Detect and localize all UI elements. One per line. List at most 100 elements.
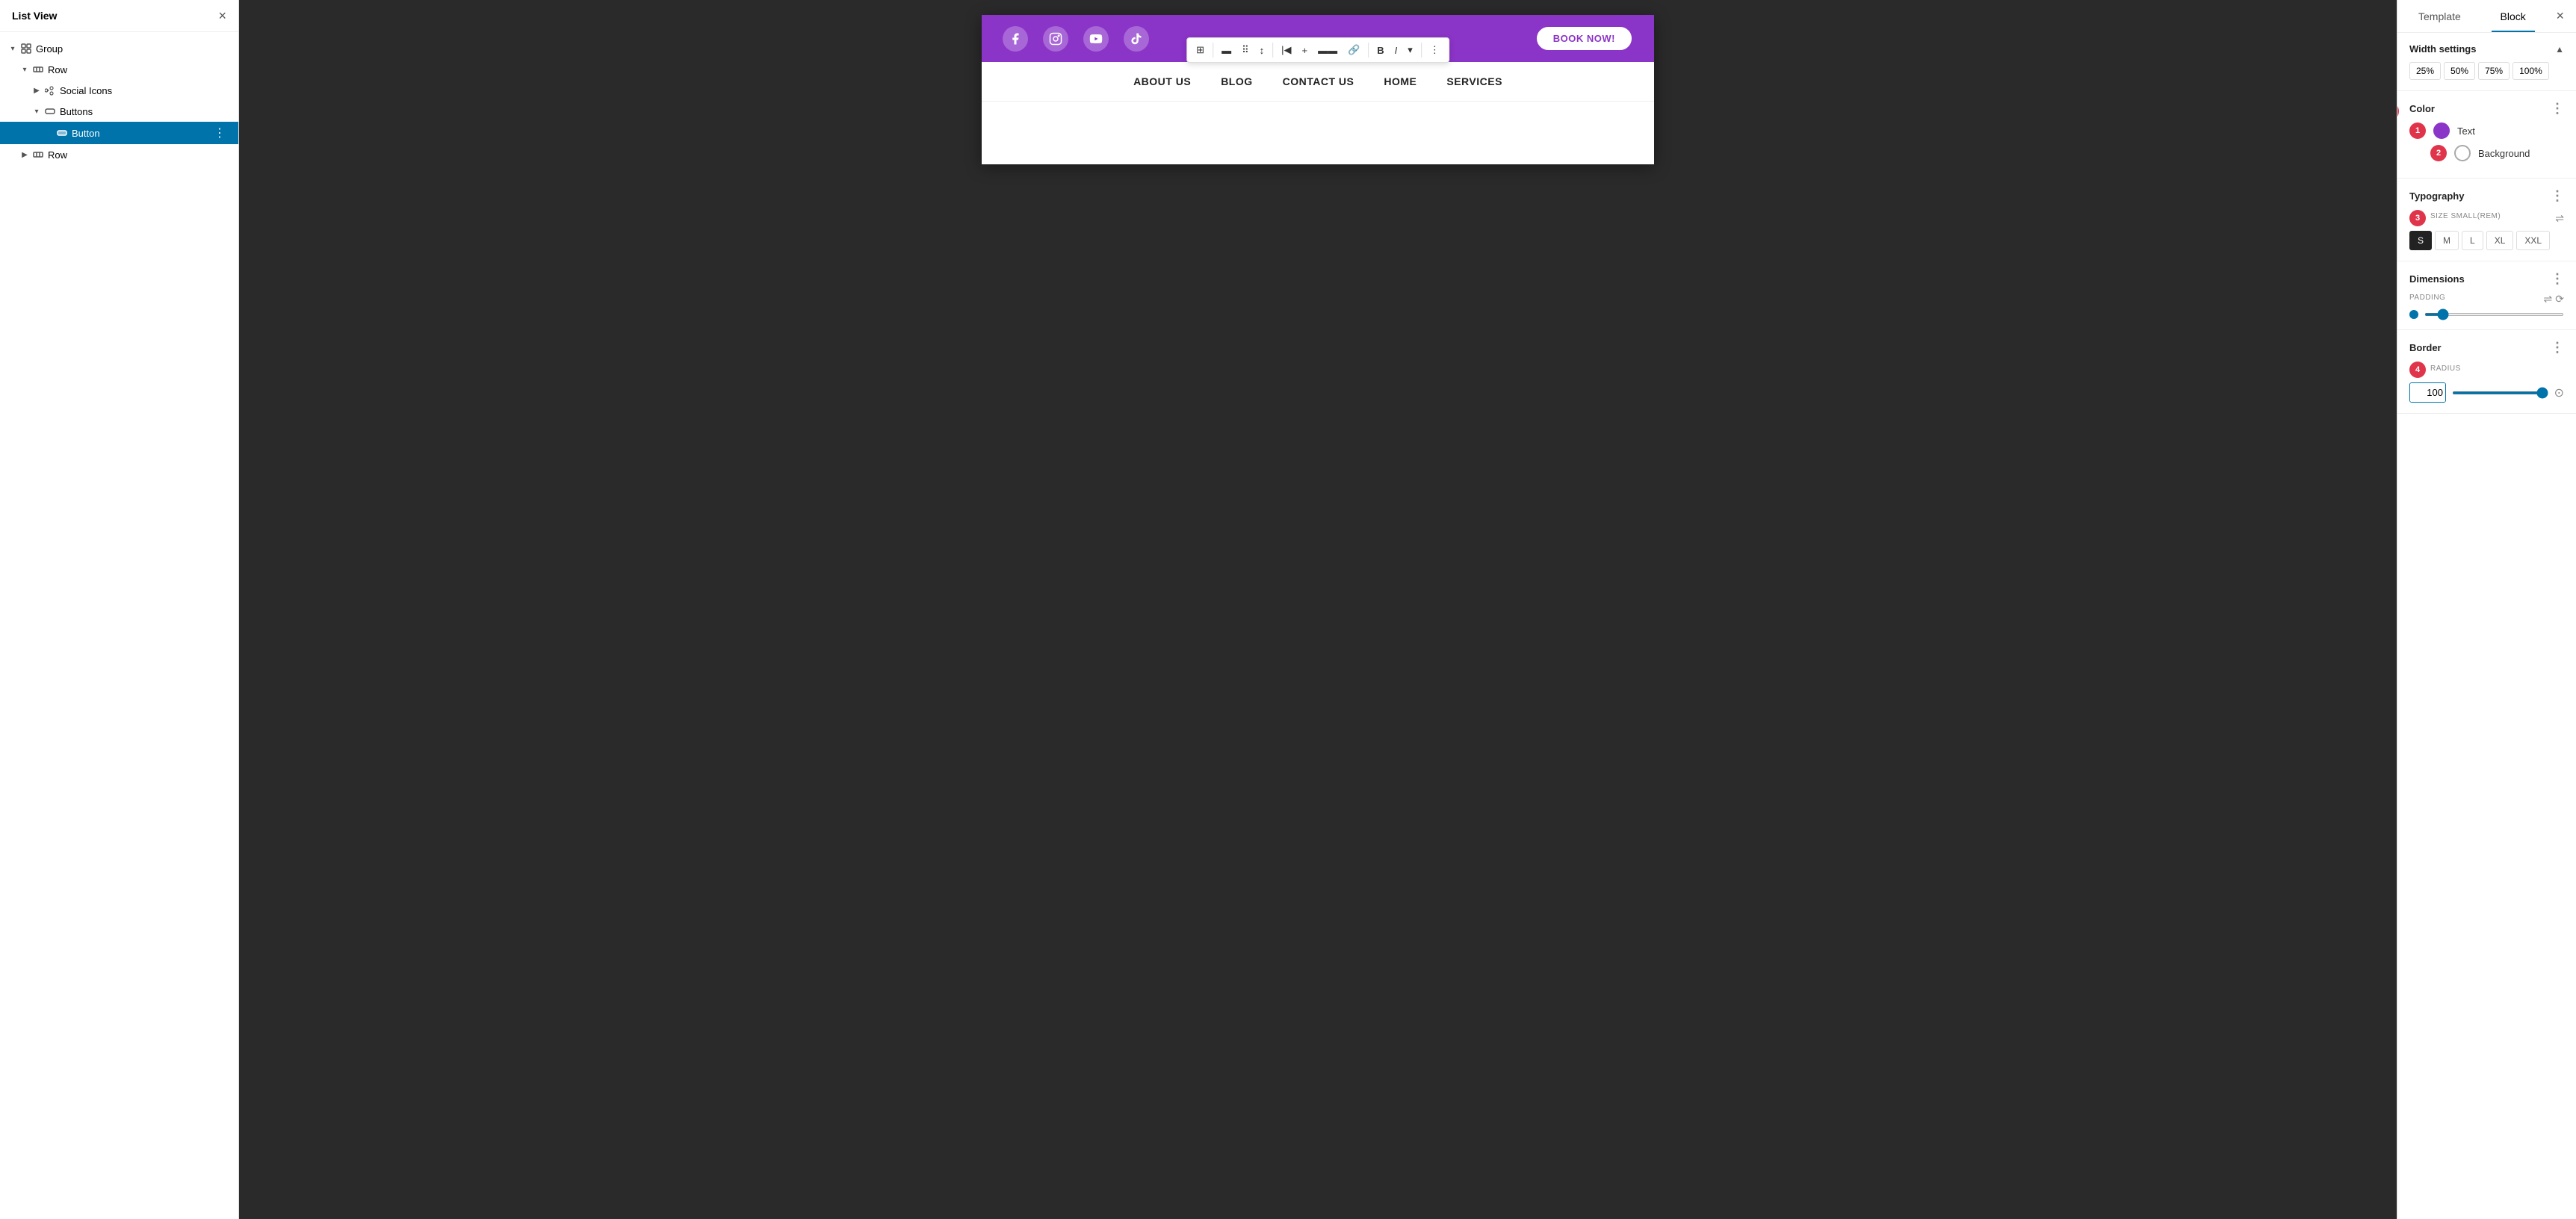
size-buttons-group: S M L XL XXL [2409,231,2564,250]
text-color-swatch[interactable] [2433,122,2450,139]
right-panel: Template Block × Width settings ▲ 25% 50… [2397,0,2576,1219]
toolbar-inline-btn[interactable]: ▬ [1217,42,1236,59]
toolbar-align-center-btn[interactable]: + [1297,42,1312,59]
size-btn-xl[interactable]: XL [2486,231,2514,250]
book-now-button[interactable]: BOOK NOW! [1535,25,1633,52]
size-btn-xxl[interactable]: XXL [2516,231,2550,250]
padding-slider[interactable] [2424,313,2564,316]
typography-settings-icon[interactable]: ⇌ [2555,212,2564,225]
dimensions-title: Dimensions ⋮ [2409,272,2564,285]
toolbar-align-left-btn[interactable]: |◀ [1277,41,1295,59]
size-btn-s[interactable]: S [2409,231,2432,250]
radius-slider[interactable] [2452,391,2548,394]
border-title: Border ⋮ [2409,341,2564,354]
toolbar-italic-btn[interactable]: I [1390,42,1402,59]
radius-input[interactable] [2410,383,2446,402]
canvas-wrapper: ⊞ ▬ ⠿ ↕ |◀ + ▬▬ 🔗 B I ▾ ⋮ [239,0,2397,1219]
nav-home[interactable]: HOME [1384,75,1417,87]
width-btn-25[interactable]: 25% [2409,62,2441,80]
border-section: Border ⋮ 4 RADIUS PX ⊙ [2397,330,2576,414]
radius-link-icon[interactable]: ⊙ [2554,385,2564,400]
social-icons-row [1003,26,1149,52]
width-btn-75[interactable]: 75% [2478,62,2510,80]
toolbar-bold-btn[interactable]: B [1372,42,1388,59]
nav-about-us[interactable]: ABOUT US [1133,75,1191,87]
width-settings-section: Width settings ▲ 25% 50% 75% 100% [2397,33,2576,91]
width-settings-chevron[interactable]: ▲ [2555,44,2564,55]
tree-item-social-icons[interactable]: ▶ Social Icons [0,80,238,101]
row2-icon [31,148,45,161]
padding-link-icon[interactable]: ⟳ [2555,293,2564,305]
width-btn-100[interactable]: 100% [2512,62,2549,80]
youtube-icon[interactable] [1083,26,1109,52]
buttons-icon [43,105,57,118]
background-color-swatch[interactable] [2454,145,2471,161]
social-icon-icon [43,84,57,97]
tree-item-group[interactable]: ▾ Group [0,38,238,59]
toolbar-separator-3 [1368,43,1369,58]
radius-input-wrap: PX [2409,382,2446,403]
dimensions-more-icon[interactable]: ⋮ [2551,272,2564,285]
size-label: SIZE SMALL(REM) [2430,212,2501,220]
color-section: 1 Color ⋮ 1 Text 2 Background [2397,91,2576,179]
buttons-toggle-icon: ▾ [30,105,43,118]
right-panel-header: Template Block × [2397,0,2576,33]
buttons-label: Buttons [60,106,93,117]
tiktok-icon[interactable] [1124,26,1149,52]
typography-more-icon[interactable]: ⋮ [2551,189,2564,202]
toolbar-link-btn[interactable]: 🔗 [1343,41,1364,59]
dimensions-label: Dimensions [2409,273,2465,285]
nav-contact-us[interactable]: CONTACT US [1283,75,1354,87]
color-badge-2: 2 [2430,145,2447,161]
dimensions-section: Dimensions ⋮ PADDING ⇌ ⟳ [2397,261,2576,330]
border-label: Border [2409,342,2442,353]
row2-toggle-icon: ▶ [18,148,31,161]
nav-services[interactable]: SERVICES [1446,75,1502,87]
tree-item-row2[interactable]: ▶ Row [0,144,238,165]
row1-icon [31,63,45,76]
button-label: Button [72,128,100,139]
group-toggle-icon: ▾ [6,42,19,55]
row1-toggle-icon: ▾ [18,63,31,76]
toolbar-transform-btn[interactable]: ⊞ [1192,41,1209,59]
list-view-title: List View [12,10,57,22]
facebook-icon[interactable] [1003,26,1028,52]
list-view-header: List View × [0,0,238,32]
size-btn-m[interactable]: M [2435,231,2459,250]
typography-title: Typography ⋮ [2409,189,2564,202]
width-settings-label: Width settings [2409,43,2476,55]
nav-blog[interactable]: BLOG [1221,75,1252,87]
tree-item-row1[interactable]: ▾ Row [0,59,238,80]
toolbar-separator-4 [1421,43,1422,58]
border-more-icon[interactable]: ⋮ [2551,341,2564,354]
tree-item-button[interactable]: Button ⋮ [0,122,238,144]
button-options-icon[interactable]: ⋮ [208,125,232,140]
color-badge-1b: 1 [2409,122,2426,139]
color-background-option[interactable]: 2 Background [2430,145,2564,161]
row1-label: Row [48,64,67,75]
width-btn-50[interactable]: 50% [2444,62,2475,80]
toolbar-move-btn[interactable]: ↕ [1255,42,1269,59]
tree-item-buttons[interactable]: ▾ Buttons [0,101,238,122]
tab-block[interactable]: Block [2492,0,2535,32]
radius-row: PX ⊙ [2409,382,2564,403]
background-color-label: Background [2478,148,2530,159]
group-label: Group [36,43,63,55]
color-text-option[interactable]: 1 Text [2409,122,2564,139]
size-btn-l[interactable]: L [2462,231,2483,250]
toolbar-more-btn[interactable]: ⋮ [1425,41,1444,59]
nav-bar: ABOUT US BLOG CONTACT US HOME SERVICES [982,62,1654,102]
tab-template[interactable]: Template [2409,0,2470,32]
left-panel-close-button[interactable]: × [218,9,226,22]
typography-section: Typography ⋮ 3 SIZE SMALL(REM) ⇌ S M L X… [2397,179,2576,261]
width-settings-title: Width settings ▲ [2409,43,2564,55]
row2-label: Row [48,149,67,161]
color-more-icon[interactable]: ⋮ [2551,102,2564,115]
toolbar-drag-btn[interactable]: ⠿ [1237,41,1254,59]
toolbar-format-dropdown-btn[interactable]: ▾ [1403,41,1417,59]
right-panel-close-button[interactable]: × [2556,8,2564,24]
padding-settings-icon[interactable]: ⇌ [2544,293,2553,305]
group-icon [19,42,33,55]
instagram-icon[interactable] [1043,26,1068,52]
toolbar-align-btn[interactable]: ▬▬ [1313,42,1342,59]
